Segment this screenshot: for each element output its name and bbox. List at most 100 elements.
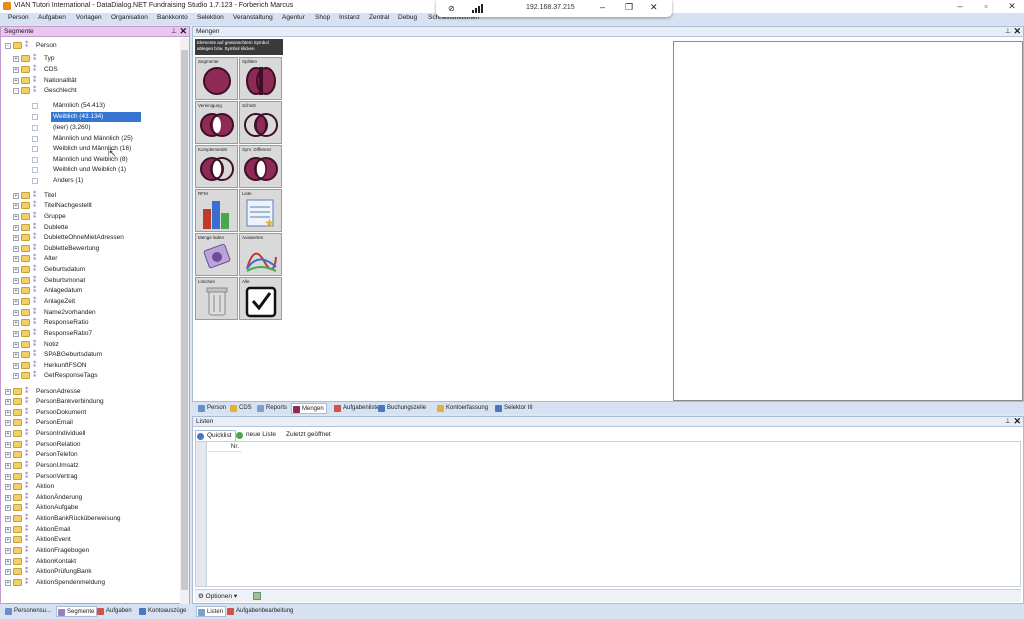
tree-node[interactable]: + ⁑ AktionEvent — [1, 535, 179, 545]
close-icon[interactable]: ✕ — [1013, 416, 1021, 426]
checkbox[interactable] — [32, 146, 38, 152]
tree-node[interactable]: + ⁑ TitelNachgestellt — [1, 201, 179, 211]
tree-node[interactable]: + ⁑ Gruppe — [1, 212, 179, 222]
checkbox[interactable] — [32, 167, 38, 173]
remote-close-button[interactable]: ✕ — [650, 2, 658, 13]
expander-icon[interactable]: + — [13, 278, 19, 284]
tab-buchungszeile[interactable]: Buchungszeile — [377, 403, 428, 414]
expander-icon[interactable]: + — [13, 352, 19, 358]
tree-node[interactable]: + ⁑ CDS — [1, 65, 179, 75]
pin-icon[interactable]: ⊥ — [171, 27, 177, 37]
tree-node[interactable]: + ⁑ Nationalität — [1, 76, 179, 86]
tree-node[interactable]: + ⁑ PersonAdresse — [1, 387, 179, 397]
list-tab-zuletzt-geöffnet[interactable]: Zuletzt geöffnet — [283, 430, 334, 440]
tree-node[interactable]: + ⁑ PersonRelation — [1, 440, 179, 450]
tree-node[interactable]: + ⁑ HerkunftFSON — [1, 361, 179, 371]
expander-icon[interactable]: + — [5, 399, 11, 405]
tree-node[interactable]: + ⁑ Dublette — [1, 223, 179, 233]
expander-icon[interactable]: + — [13, 331, 19, 337]
tab-person[interactable]: Person — [197, 403, 228, 414]
expander-icon[interactable]: + — [5, 569, 11, 575]
tree-scrollbar[interactable] — [180, 38, 189, 605]
tree-node[interactable]: + ⁑ PersonTelefon — [1, 450, 179, 460]
tree-node[interactable]: + ⁑ Anlagedatum — [1, 286, 179, 296]
tab-listen[interactable]: Listen — [196, 606, 227, 617]
expander-icon[interactable]: + — [13, 363, 19, 369]
tool-sym-differenz[interactable]: Sym. Differenz — [239, 145, 282, 188]
tree-node[interactable]: + ⁑ AktionKontakt — [1, 557, 179, 567]
menu-shop[interactable]: Shop — [315, 14, 330, 21]
tool-löschen[interactable]: Löschen — [195, 277, 238, 320]
expander-icon[interactable]: + — [13, 225, 19, 231]
expander-icon[interactable]: + — [5, 463, 11, 469]
menu-bankkonto[interactable]: Bankkonto — [157, 14, 188, 21]
segment-value[interactable]: Anders (1) — [1, 176, 179, 186]
tool-komplementär[interactable]: Komplementär — [195, 145, 238, 188]
tab-personensu-[interactable]: Personensu... — [4, 606, 53, 617]
expander-icon[interactable]: + — [5, 442, 11, 448]
tree-node[interactable]: + ⁑ PersonBankverbindung — [1, 397, 179, 407]
remote-minimize-button[interactable]: – — [600, 2, 605, 12]
tab-mengen[interactable]: Mengen — [291, 403, 327, 414]
expander-icon[interactable]: + — [13, 256, 19, 262]
export-icon[interactable] — [253, 592, 261, 600]
tree-node[interactable]: + ⁑ Alter — [1, 254, 179, 264]
expander-icon[interactable]: + — [13, 235, 19, 241]
menu-selektion[interactable]: Selektion — [197, 14, 224, 21]
drop-area[interactable] — [673, 41, 1023, 401]
segment-value[interactable]: Weiblich und Weiblich (1) — [1, 165, 179, 175]
tree-node[interactable]: + ⁑ PersonUmsatz — [1, 461, 179, 471]
tool-schnitt[interactable]: Schnitt — [239, 101, 282, 144]
menu-zentral[interactable]: Zentral — [369, 14, 389, 21]
tree-node[interactable]: - ⁑ Geschlecht — [1, 86, 179, 96]
minimize-button[interactable]: – — [948, 0, 972, 12]
tab-kontoauszüge[interactable]: Kontoauszüge — [138, 606, 188, 617]
tree-node[interactable]: + ⁑ Typ — [1, 54, 179, 64]
tree-node[interactable]: + ⁑ AktionÄnderung — [1, 493, 179, 503]
tree-node[interactable]: + ⁑ ResponseRatio — [1, 318, 179, 328]
tool-alle[interactable]: Alle — [239, 277, 282, 320]
tree-node[interactable]: + ⁑ DubletteOhneMietAdressen — [1, 233, 179, 243]
remote-restore-button[interactable]: ❐ — [625, 2, 633, 13]
tree-node[interactable]: + ⁑ AktionAufgabe — [1, 503, 179, 513]
expander-icon[interactable]: + — [5, 548, 11, 554]
expander-icon[interactable]: + — [5, 484, 11, 490]
expander-icon[interactable]: + — [5, 431, 11, 437]
menu-aufgaben[interactable]: Aufgaben — [38, 14, 66, 21]
expander-icon[interactable]: + — [13, 299, 19, 305]
expander-icon[interactable]: + — [13, 203, 19, 209]
tool-spiltten[interactable]: Spiltten — [239, 57, 282, 100]
tree-node[interactable]: + ⁑ Titel — [1, 191, 179, 201]
menu-veranstaltung[interactable]: Veranstaltung — [233, 14, 273, 21]
expander-icon[interactable]: + — [13, 67, 19, 73]
tab-aufgabenbearbeitung[interactable]: Aufgabenbearbeitung — [226, 606, 295, 617]
close-icon[interactable]: ✕ — [1013, 26, 1021, 36]
expander-icon[interactable]: + — [5, 559, 11, 565]
options-dropdown[interactable]: ⚙ Optionen ▾ — [198, 591, 237, 602]
expander-icon[interactable]: + — [13, 320, 19, 326]
list-tab-neue-liste[interactable]: neue Liste — [235, 430, 279, 440]
tab-kontoerfassung[interactable]: Kontoerfassung — [436, 403, 490, 414]
tree-node[interactable]: + ⁑ AktionFragebogen — [1, 546, 179, 556]
expander-icon[interactable]: + — [5, 495, 11, 501]
tool-liste[interactable]: Liste ★ — [239, 189, 282, 232]
tree-node[interactable]: + ⁑ DubletteBewertung — [1, 244, 179, 254]
expander-icon[interactable]: + — [5, 580, 11, 586]
tab-segmente[interactable]: Segmente — [56, 606, 98, 617]
expander-icon[interactable]: - — [13, 88, 19, 94]
tab-aufgabenliste[interactable]: Aufgabenliste — [333, 403, 381, 414]
maximize-button[interactable]: ▫ — [974, 0, 998, 12]
tree-node[interactable]: + ⁑ PersonVertrag — [1, 472, 179, 482]
checkbox[interactable] — [32, 103, 38, 109]
tree-node[interactable]: + ⁑ ResponseRatio7 — [1, 329, 179, 339]
tree-node[interactable]: + ⁑ PersonIndividuell — [1, 429, 179, 439]
pin-icon[interactable]: ⊥ — [1005, 417, 1011, 427]
menu-debug[interactable]: Debug — [398, 14, 417, 21]
tree-node[interactable]: + ⁑ Name2vorhanden — [1, 308, 179, 318]
tool-auswerten[interactable]: Auswerten — [239, 233, 282, 276]
expander-icon[interactable]: + — [5, 410, 11, 416]
expander-icon[interactable]: - — [5, 43, 11, 49]
tab-reports[interactable]: Reports — [256, 403, 289, 414]
tool-segmente[interactable]: Segmente — [195, 57, 238, 100]
segment-value[interactable]: Männlich und Weiblich (8) — [1, 155, 179, 165]
